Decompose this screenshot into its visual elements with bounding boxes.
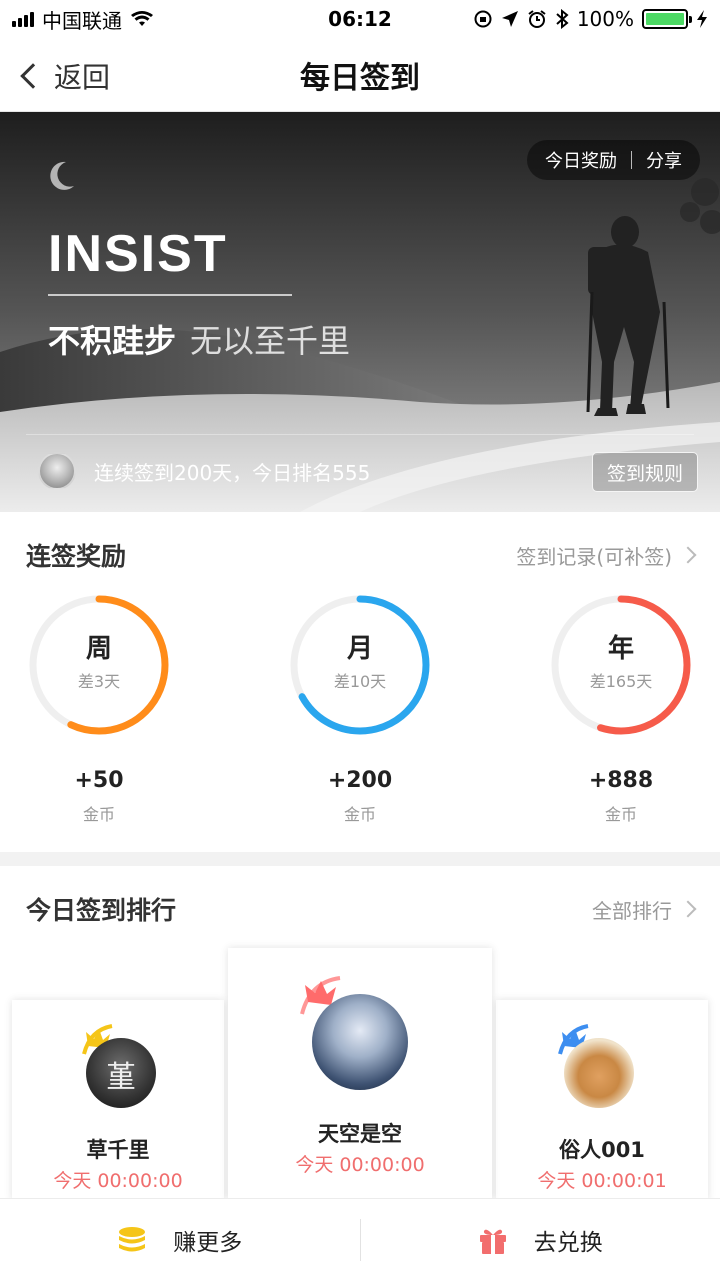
rank-time: 今天 00:00:01 xyxy=(537,1170,667,1192)
streak-section-title: 连签奖励 xyxy=(26,542,127,571)
share-link[interactable]: 分享 xyxy=(646,147,682,173)
rank-name: 草千里 xyxy=(86,1138,150,1162)
all-ranking-link[interactable]: 全部排行 xyxy=(592,895,697,924)
gift-icon xyxy=(479,1229,506,1254)
motto-part1: 不积跬步 xyxy=(48,322,177,360)
streak-remaining: 差10天 xyxy=(333,672,387,691)
streak-reward-item: 年差165天 +888 金币 xyxy=(546,590,696,825)
avatar xyxy=(38,452,76,490)
cellular-signal-icon xyxy=(12,11,34,27)
banner-actions: 今日奖励 分享 xyxy=(527,140,700,180)
streak-reward-unit: 金币 xyxy=(82,805,115,824)
coins-icon xyxy=(119,1226,146,1251)
location-arrow-icon xyxy=(501,11,518,27)
streak-period-label: 月 xyxy=(346,634,373,664)
exchange-label: 去兑换 xyxy=(533,1229,603,1256)
status-bar: 中国联通 06:12 100% xyxy=(0,0,720,38)
exchange-button[interactable]: 去兑换 xyxy=(361,1199,720,1280)
streak-remaining: 差3天 xyxy=(77,672,121,691)
wifi-icon xyxy=(131,11,153,26)
checkin-status-row: 连续签到200天，今日排名555 xyxy=(38,452,370,490)
bluetooth-icon xyxy=(556,9,569,29)
ranking-podium: 堇 草千里 今天 00:00:00 天空是空 今天 00:00:00 俗人001… xyxy=(0,940,720,1200)
bottom-action-bar: 赚更多 去兑换 xyxy=(0,1198,720,1280)
streak-period-label: 年 xyxy=(607,634,634,664)
streak-rewards: 周差3天 +50 金币 月差10天 +200 金币 年差165天 +888 金币 xyxy=(0,590,720,830)
streak-remaining: 差165天 xyxy=(589,672,653,691)
back-button[interactable]: 返回 xyxy=(20,56,111,96)
rank-card-second[interactable]: 堇 草千里 今天 00:00:00 xyxy=(12,1000,224,1200)
earn-more-button[interactable]: 赚更多 xyxy=(0,1199,360,1280)
today-reward-link[interactable]: 今日奖励 xyxy=(545,147,617,173)
banner-motto: 不积跬步 无以至千里 xyxy=(48,316,350,362)
back-label: 返回 xyxy=(54,61,111,94)
avatar: 堇 xyxy=(86,1038,156,1108)
carrier-name: 中国联通 xyxy=(42,8,122,33)
chevron-right-icon xyxy=(679,546,697,564)
nav-bar: 返回 每日签到 xyxy=(0,38,720,112)
rank-time: 今天 00:00:00 xyxy=(53,1170,183,1192)
chevron-left-icon xyxy=(20,63,46,89)
streak-section-header: 连签奖励 签到记录(可补签) xyxy=(0,530,720,580)
rank-card-third[interactable]: 俗人001 今天 00:00:01 xyxy=(496,1000,708,1200)
streak-reward-item: 月差10天 +200 金币 xyxy=(285,590,435,825)
battery-percent: 100% xyxy=(576,7,634,31)
alarm-icon xyxy=(528,10,546,28)
streak-reward-amount: +200 xyxy=(327,768,393,793)
rank-name: 天空是空 xyxy=(318,1122,402,1146)
motto-part2: 无以至千里 xyxy=(190,322,351,360)
chevron-right-icon xyxy=(679,900,697,918)
page-title: 每日签到 xyxy=(300,60,420,96)
progress-ring: 周差3天 xyxy=(24,590,174,740)
checkin-banner: 今日奖励 分享 INSIST 不积跬步 无以至千里 连续签到200天，今日排名55… xyxy=(0,112,720,512)
streak-reward-unit: 金币 xyxy=(343,805,376,824)
earn-more-label: 赚更多 xyxy=(173,1229,243,1256)
rank-time: 今天 00:00:00 xyxy=(295,1154,425,1176)
rotation-lock-icon xyxy=(474,10,492,28)
streak-reward-amount: +50 xyxy=(74,768,124,793)
streak-period-label: 周 xyxy=(85,634,112,664)
streak-reward-unit: 金币 xyxy=(604,805,637,824)
streak-reward-amount: +888 xyxy=(588,768,654,793)
checkin-rules-button[interactable]: 签到规则 xyxy=(591,452,698,492)
divider xyxy=(631,151,632,169)
section-divider xyxy=(0,852,720,866)
avatar xyxy=(564,1038,634,1108)
divider xyxy=(26,434,694,435)
battery-icon xyxy=(642,9,692,29)
checkin-status-text: 连续签到200天，今日排名555 xyxy=(94,460,371,485)
rank-name: 俗人001 xyxy=(559,1138,645,1162)
ranking-section-title: 今日签到排行 xyxy=(26,896,177,925)
banner-headline: INSIST xyxy=(48,225,228,283)
headline-underline xyxy=(48,294,292,296)
all-ranking-label: 全部排行 xyxy=(592,898,672,923)
avatar xyxy=(312,994,408,1090)
ranking-section-header: 今日签到排行 全部排行 xyxy=(0,884,720,934)
progress-ring: 年差165天 xyxy=(546,590,696,740)
avatar-text: 堇 xyxy=(106,1060,136,1095)
checkin-records-label: 签到记录(可补签) xyxy=(516,544,672,569)
checkin-records-link[interactable]: 签到记录(可补签) xyxy=(516,541,697,570)
charging-bolt-icon xyxy=(697,10,707,28)
progress-ring: 月差10天 xyxy=(285,590,435,740)
rank-card-first[interactable]: 天空是空 今天 00:00:00 xyxy=(228,948,492,1200)
streak-reward-item: 周差3天 +50 金币 xyxy=(24,590,174,825)
